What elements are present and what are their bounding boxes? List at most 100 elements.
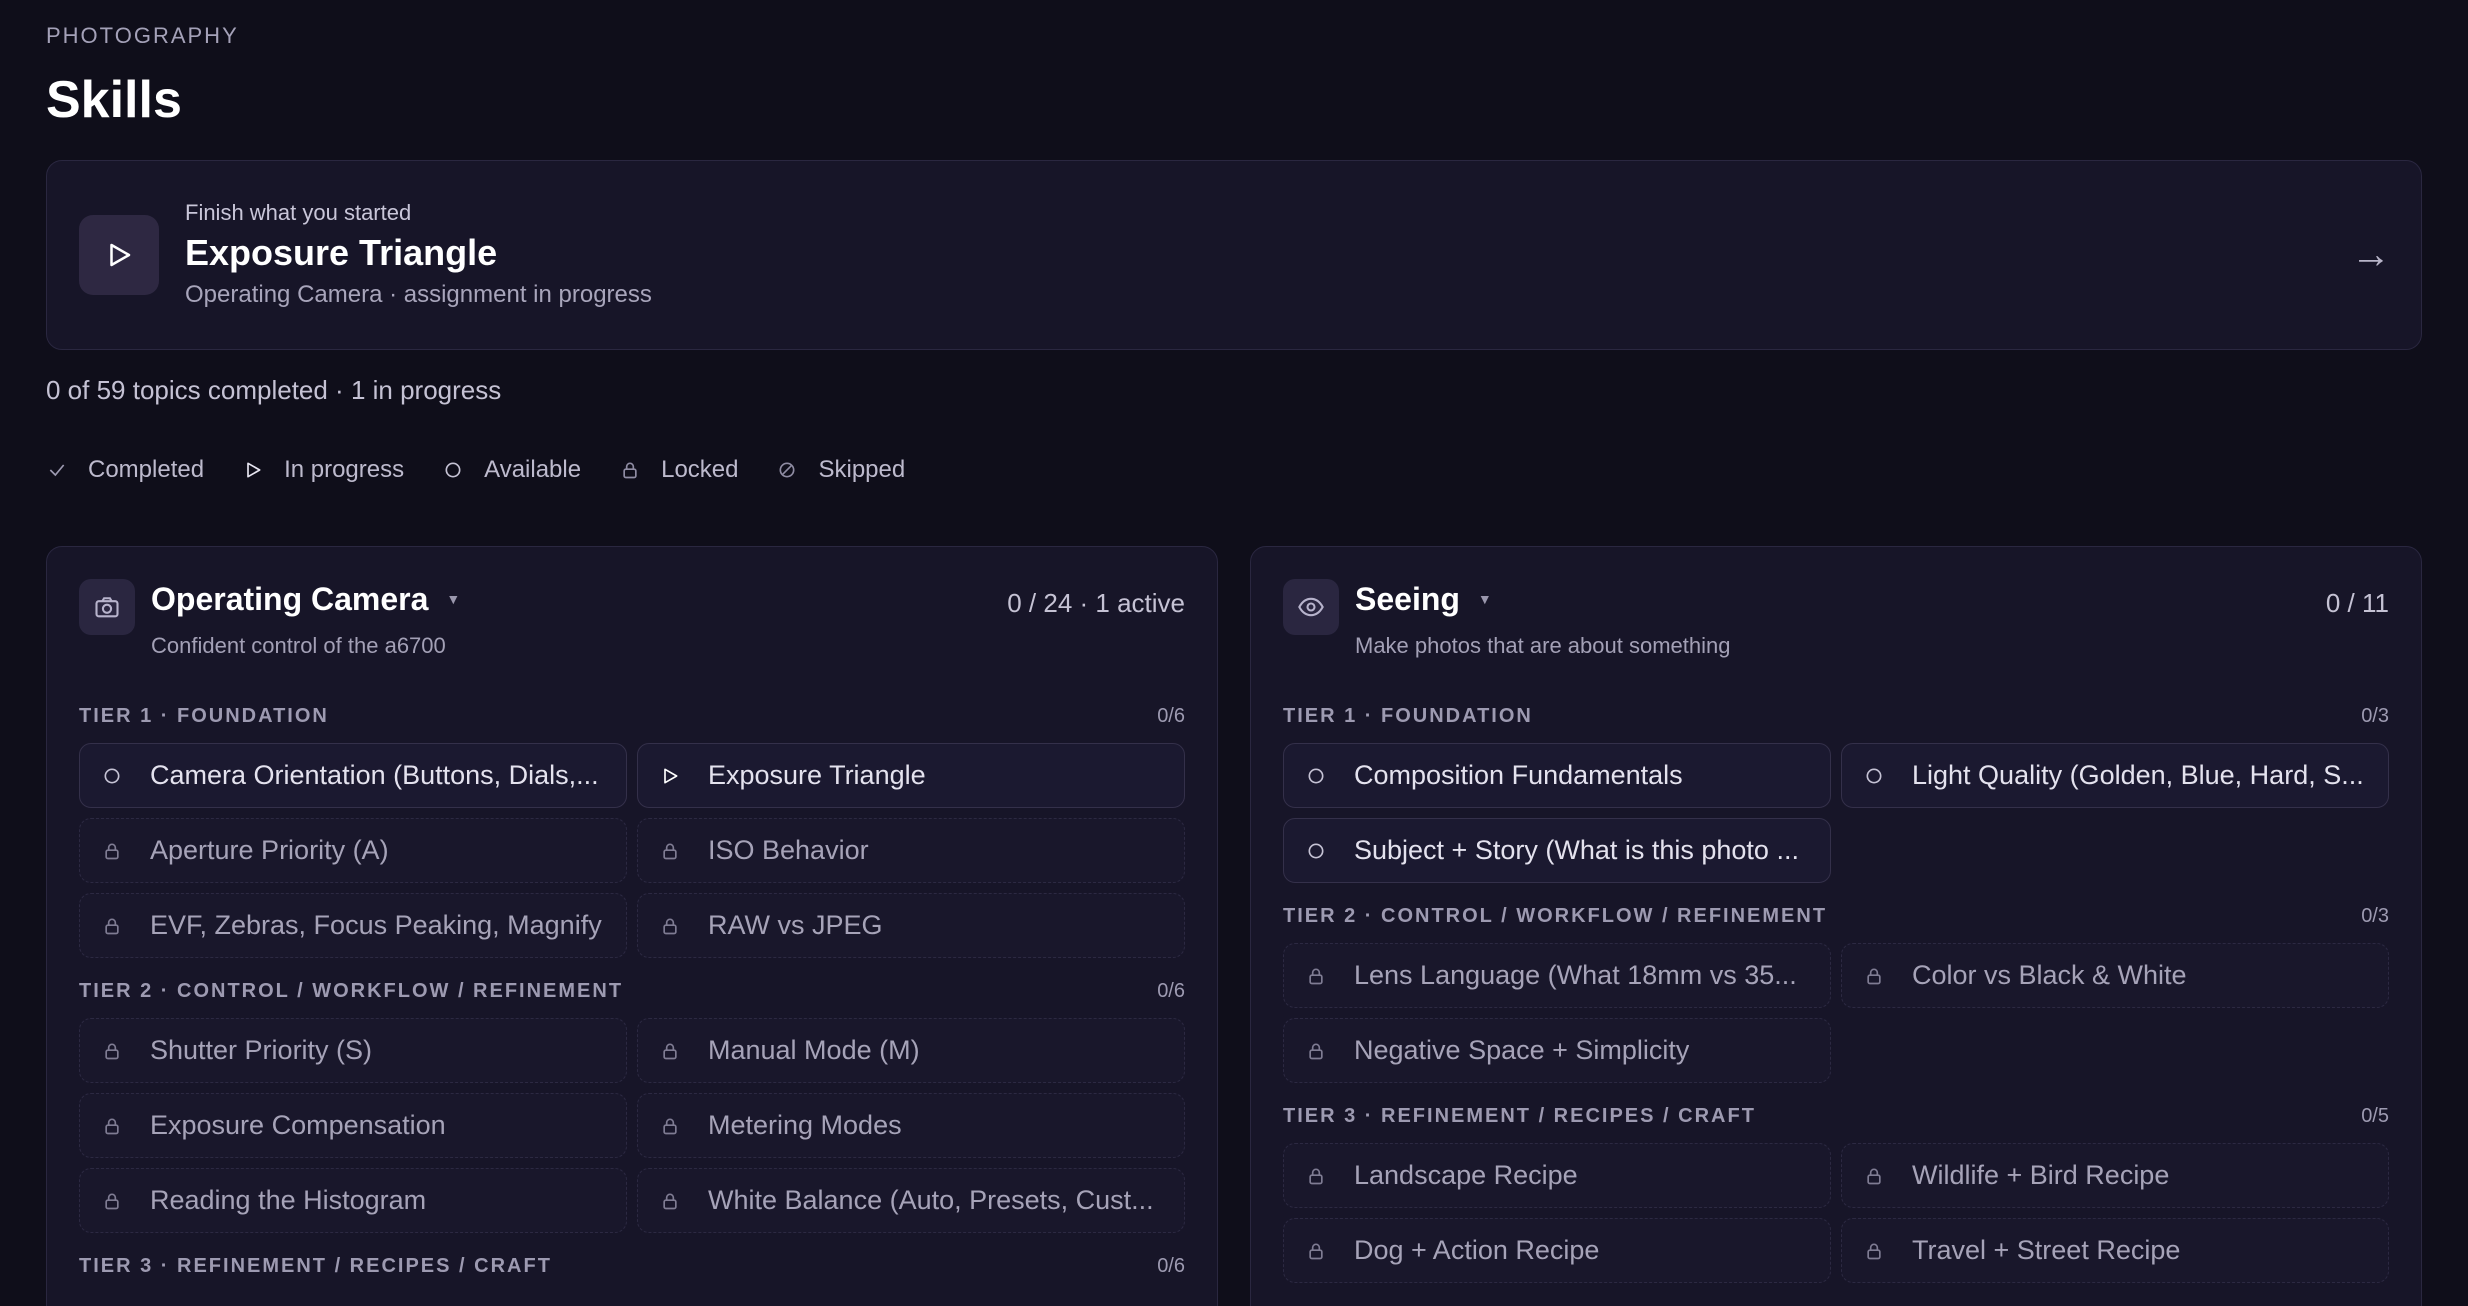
legend-skipped-label: Skipped [818, 456, 906, 483]
lock-icon [658, 839, 682, 863]
circle-icon [1304, 764, 1328, 788]
resume-card[interactable]: Finish what you started Exposure Triangl… [46, 160, 2422, 350]
topic-item[interactable]: Aperture Priority (A) [79, 818, 627, 883]
topic-item[interactable]: Shutter Priority (S) [79, 1018, 627, 1083]
lock-icon [658, 1114, 682, 1138]
topic-item[interactable]: White Balance (Auto, Presets, Cust... [637, 1168, 1185, 1233]
legend-in-progress-label: In progress [284, 456, 405, 483]
panel-title: Seeing [1355, 580, 1460, 617]
tier-count: 0/6 [1157, 980, 1185, 1002]
topic-label: Manual Mode (M) [708, 1035, 920, 1065]
lock-icon [100, 1189, 124, 1213]
topic-item[interactable]: Landscape Recipe [1283, 1143, 1831, 1208]
topic-grid: Landscape Recipe Wildlife + Bird Recipe … [1283, 1143, 2389, 1283]
topic-item[interactable]: EVF, Zebras, Focus Peaking, Magnify [79, 893, 627, 958]
circle-icon [1304, 839, 1328, 863]
topic-item[interactable]: Wildlife + Bird Recipe [1841, 1143, 2389, 1208]
lock-icon [658, 914, 682, 938]
topic-label: Exposure Triangle [708, 760, 926, 790]
lock-icon [1304, 964, 1328, 988]
topic-item[interactable]: Reading the Histogram [79, 1168, 627, 1233]
lock-icon [658, 1189, 682, 1213]
legend-available: Available [442, 456, 581, 484]
topic-label: Camera Orientation (Buttons, Dials,... [150, 760, 599, 790]
legend-skipped: Skipped [776, 456, 905, 484]
resume-kicker: Finish what you started [185, 200, 412, 225]
circle-icon [100, 764, 124, 788]
tier-count: 0/6 [1157, 705, 1185, 727]
topic-item[interactable]: Dog + Action Recipe [1283, 1218, 1831, 1283]
topic-item[interactable]: Camera Orientation (Buttons, Dials,... [79, 743, 627, 808]
topic-label: Negative Space + Simplicity [1354, 1035, 1690, 1065]
lock-icon [100, 1114, 124, 1138]
eye-icon [1283, 579, 1339, 635]
skill-columns: Operating Camera ▼ Confident control of … [46, 546, 2422, 1306]
legend-locked-label: Locked [661, 456, 739, 483]
topic-item[interactable]: Exposure Triangle [637, 743, 1185, 808]
chevron-down-icon[interactable]: ▼ [1478, 591, 1492, 607]
tier-header: TIER 2 · CONTROL / WORKFLOW / REFINEMENT… [1283, 901, 2389, 931]
play-icon [242, 459, 264, 481]
topic-item[interactable]: Composition Fundamentals [1283, 743, 1831, 808]
legend-available-label: Available [484, 456, 582, 483]
skip-icon [776, 459, 798, 481]
tier-header: TIER 1 · FOUNDATION 0/3 [1283, 701, 2389, 731]
topic-item[interactable]: Metering Modes [637, 1093, 1185, 1158]
skills-page: PHOTOGRAPHY Skills Finish what you start… [0, 0, 2468, 1306]
topic-item[interactable]: Travel + Street Recipe [1841, 1218, 2389, 1283]
topic-label: Composition Fundamentals [1354, 760, 1683, 790]
topic-item[interactable]: Color vs Black & White [1841, 943, 2389, 1008]
tier-count: 0/5 [2361, 1105, 2389, 1127]
topic-item[interactable]: RAW vs JPEG [637, 893, 1185, 958]
topic-item[interactable]: Negative Space + Simplicity [1283, 1018, 1831, 1083]
topic-label: Travel + Street Recipe [1912, 1235, 2181, 1265]
chevron-down-icon[interactable]: ▼ [446, 591, 460, 607]
panel-header[interactable]: Seeing ▼ Make photos that are about some… [1283, 577, 2389, 701]
topic-grid: Shutter Priority (S) Manual Mode (M) Exp… [79, 1018, 1185, 1233]
tier-header: TIER 3 · REFINEMENT / RECIPES / CRAFT 0/… [1283, 1101, 2389, 1131]
tier-count: 0/3 [2361, 905, 2389, 927]
panel-description: Make photos that are about something [1355, 633, 1731, 658]
lock-icon [1862, 1239, 1886, 1263]
topic-label: Aperture Priority (A) [150, 835, 389, 865]
tier-label: TIER 1 · FOUNDATION [79, 705, 329, 727]
topic-item[interactable]: Subject + Story (What is this photo ... [1283, 818, 1831, 883]
lock-icon [1304, 1039, 1328, 1063]
topic-label: Landscape Recipe [1354, 1160, 1578, 1190]
page-title: Skills [46, 71, 182, 129]
page-eyebrow: PHOTOGRAPHY [46, 23, 239, 48]
topic-label: Exposure Compensation [150, 1110, 446, 1140]
panel-count: 0 / 24 · 1 active [1007, 588, 1185, 618]
tier-label: TIER 1 · FOUNDATION [1283, 705, 1533, 727]
arrow-right-icon[interactable]: → [2351, 233, 2391, 278]
topic-label: Light Quality (Golden, Blue, Hard, S... [1912, 760, 2364, 790]
topic-item[interactable]: Lens Language (What 18mm vs 35... [1283, 943, 1831, 1008]
tier-count: 0/6 [1157, 1255, 1185, 1277]
topic-label: Reading the Histogram [150, 1185, 427, 1215]
topic-item[interactable]: Manual Mode (M) [637, 1018, 1185, 1083]
lock-icon [100, 914, 124, 938]
lock-icon [1304, 1164, 1328, 1188]
panel-description: Confident control of the a6700 [151, 633, 446, 658]
play-icon [658, 764, 682, 788]
skill-panel-operating-camera: Operating Camera ▼ Confident control of … [46, 546, 1218, 1306]
legend-completed: Completed [46, 456, 204, 484]
legend-completed-label: Completed [88, 456, 205, 483]
legend-in-progress: In progress [242, 456, 404, 484]
topic-label: Color vs Black & White [1912, 960, 2187, 990]
tier-count: 0/3 [2361, 705, 2389, 727]
panel-header[interactable]: Operating Camera ▼ Confident control of … [79, 577, 1185, 701]
topic-label: Wildlife + Bird Recipe [1912, 1160, 2170, 1190]
tier-label: TIER 3 · REFINEMENT / RECIPES / CRAFT [79, 1255, 552, 1277]
tier-header: TIER 3 · REFINEMENT / RECIPES / CRAFT 0/… [79, 1251, 1185, 1281]
topic-label: EVF, Zebras, Focus Peaking, Magnify [150, 910, 602, 940]
topic-item[interactable]: Exposure Compensation [79, 1093, 627, 1158]
tier-header: TIER 1 · FOUNDATION 0/6 [79, 701, 1185, 731]
topic-item[interactable]: Light Quality (Golden, Blue, Hard, S... [1841, 743, 2389, 808]
play-icon [79, 215, 159, 295]
camera-icon [79, 579, 135, 635]
topic-item[interactable]: ISO Behavior [637, 818, 1185, 883]
status-legend: Completed In progress Available Locked S… [46, 454, 2422, 486]
topic-label: Metering Modes [708, 1110, 902, 1140]
topic-label: RAW vs JPEG [708, 910, 883, 940]
